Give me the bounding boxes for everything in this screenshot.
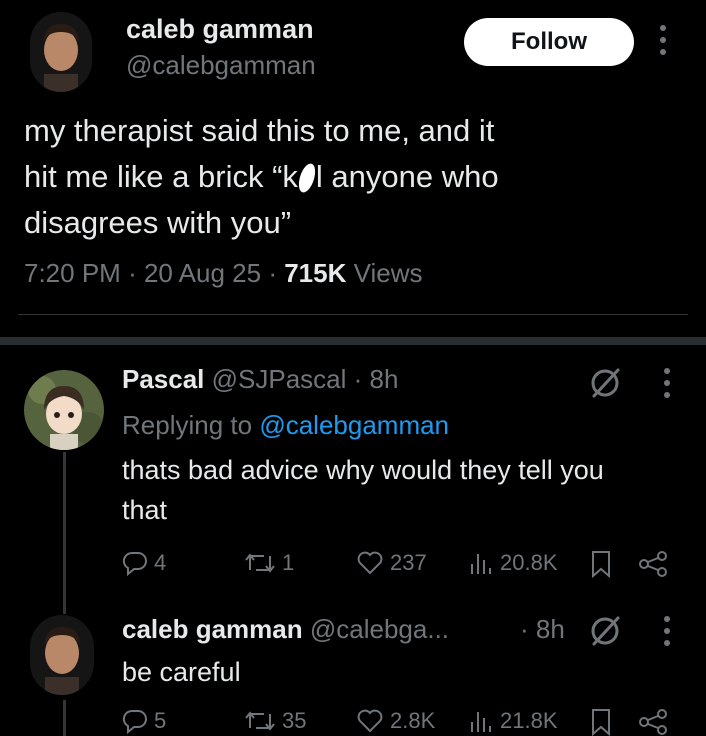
tweet-date[interactable]: 20 Aug 25 [144, 258, 261, 288]
meta-separator-1: · [128, 258, 144, 288]
reply1-retweet-count: 1 [282, 550, 295, 575]
reply-icon [122, 551, 147, 576]
reply-avatar-image [24, 370, 104, 450]
thread-line-1 [63, 452, 66, 614]
reply-icon [122, 709, 147, 734]
reply1-views-button[interactable]: 20.8K [468, 550, 558, 576]
more-icon[interactable] [656, 22, 670, 58]
reply2-time[interactable]: · 8h [520, 614, 565, 645]
tweet-text-line2-end: l anyone who [315, 159, 499, 194]
reply2-handle[interactable]: @calebga... [310, 614, 449, 644]
reply2-grok-icon[interactable] [588, 614, 622, 648]
tweet-text-line2-start: hit me like a brick “k [24, 159, 298, 194]
reply2-like-button[interactable]: 2.8K [356, 708, 435, 734]
reply1-more-icon[interactable] [662, 366, 672, 400]
reply2-like-count: 2.8K [390, 708, 436, 733]
like-icon [357, 551, 383, 575]
meta-separator-2: · [268, 258, 285, 288]
divider-thick [0, 337, 706, 345]
reply1-retweet-button[interactable]: 1 [244, 550, 294, 576]
grok-icon[interactable] [588, 366, 622, 400]
replying-to-label: Replying to [122, 410, 253, 440]
reply1-bookmark-icon[interactable] [590, 550, 612, 578]
replying-to-handle[interactable]: @calebgamman [259, 410, 449, 440]
tweet-text-line3: disagrees with you” [24, 205, 292, 240]
like-icon [357, 709, 383, 733]
reply1-text-line2: that [122, 495, 168, 525]
reply2-avatar-image [30, 615, 94, 695]
reply1-reply-button[interactable]: 4 [122, 550, 166, 576]
tweet-views-count: 715K [284, 258, 347, 288]
author-name[interactable]: caleb gamman [126, 14, 314, 45]
divider-thin [18, 314, 688, 315]
follow-button[interactable]: Follow [464, 18, 634, 66]
reply2-views-count: 21.8K [500, 708, 558, 733]
tweet-time[interactable]: 7:20 PM [24, 258, 121, 288]
reply2-text: be careful [122, 657, 241, 687]
thread-line-2 [63, 700, 66, 736]
reply1-text-line1: thats bad advice why would they tell you [122, 455, 604, 485]
reply2-views-button[interactable]: 21.8K [468, 708, 558, 734]
reply2-header: caleb gamman @calebga... [122, 614, 449, 645]
author-avatar-image [30, 12, 92, 92]
views-icon [471, 554, 491, 574]
tweet-text-line1: my therapist said this to me, and it [24, 113, 495, 148]
reply1-like-button[interactable]: 237 [356, 550, 427, 576]
reply2-reply-count: 5 [154, 708, 167, 733]
reply-avatar[interactable] [24, 370, 104, 450]
tweet-text: my therapist said this to me, and it hit… [24, 108, 684, 246]
reply2-bookmark-icon[interactable] [590, 708, 612, 736]
author-avatar[interactable] [30, 12, 92, 92]
reply1-name[interactable]: Pascal [122, 364, 204, 394]
reply2-retweet-count: 35 [282, 708, 307, 733]
reply1-views-count: 20.8K [500, 550, 558, 575]
reply2-more-icon[interactable] [662, 614, 672, 648]
retweet-icon [245, 553, 275, 573]
author-handle[interactable]: @calebgamman [126, 50, 316, 81]
retweet-icon [245, 711, 275, 731]
reply2-retweet-button[interactable]: 35 [244, 708, 306, 734]
reply2-avatar[interactable] [30, 615, 94, 695]
reply2-name[interactable]: caleb gamman [122, 614, 303, 644]
tweet-meta: 7:20 PM · 20 Aug 25 · 715K Views [24, 258, 422, 289]
reply1-text: thats bad advice why would they tell you… [122, 450, 692, 530]
redaction-blob [295, 161, 319, 195]
reply1-time[interactable]: · 8h [354, 364, 399, 394]
views-icon [471, 712, 491, 732]
reply1-handle[interactable]: @SJPascal [212, 364, 347, 394]
reply1-reply-count: 4 [154, 550, 167, 575]
reply2-reply-button[interactable]: 5 [122, 708, 166, 734]
reply1-header: Pascal @SJPascal · 8h [122, 364, 398, 395]
tweet-text-line2: hit me like a brick “k l anyone who [24, 154, 684, 200]
reply1-replying-to: Replying to @calebgamman [122, 410, 449, 441]
reply2-share-icon[interactable] [638, 708, 668, 736]
reply1-share-icon[interactable] [638, 550, 668, 578]
tweet-views-label: Views [353, 258, 423, 288]
reply1-like-count: 237 [390, 550, 427, 575]
